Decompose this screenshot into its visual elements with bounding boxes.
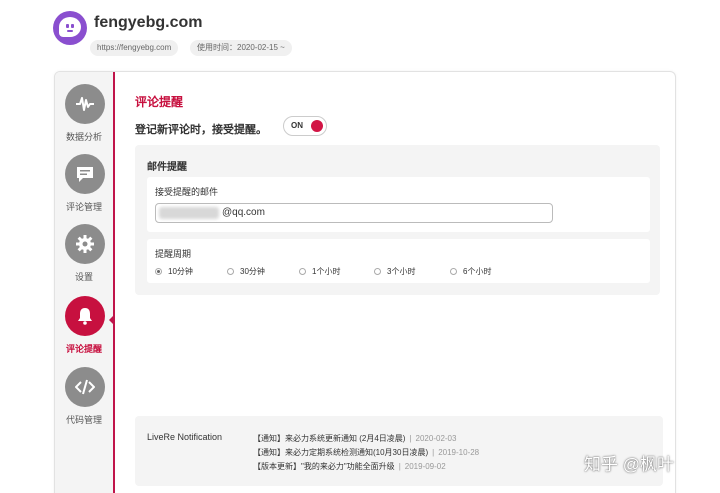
sidebar-item-settings[interactable]: 设置 bbox=[55, 224, 113, 290]
comment-icon bbox=[65, 154, 105, 194]
waveform-icon bbox=[65, 84, 105, 124]
radio-option-1h[interactable]: 1个小时 bbox=[299, 266, 340, 277]
radio-option-6h[interactable]: 6个小时 bbox=[450, 266, 491, 277]
sidebar-item-label: 评论提醒 bbox=[65, 344, 102, 354]
section-title: 评论提醒 bbox=[135, 95, 184, 109]
mail-title: 邮件提醒 bbox=[147, 162, 187, 173]
email-section: 接受提醒的邮件 @qq.com bbox=[147, 177, 650, 232]
active-pointer-icon bbox=[109, 315, 114, 325]
list-item[interactable]: 【版本更新】"我的来必力"功能全面升级 | 2019-09-02 bbox=[253, 461, 446, 472]
radio-option-3h[interactable]: 3个小时 bbox=[374, 266, 415, 277]
sidebar-item-label: 数据分析 bbox=[65, 132, 102, 142]
livere-title: LiveRe Notification bbox=[147, 432, 223, 442]
sidebar-item-comments[interactable]: 评论管理 bbox=[55, 154, 113, 220]
notify-toggle[interactable]: ON bbox=[283, 116, 327, 136]
dashboard-card: 数据分析 评论管理 设置 评论提醒 代码管理 评论提醒 登记新评论时，接受提醒。… bbox=[54, 71, 676, 493]
radio-option-30min[interactable]: 30分钟 bbox=[227, 266, 265, 277]
site-logo-icon bbox=[53, 11, 87, 45]
cycle-label: 提醒周期 bbox=[155, 249, 192, 259]
radio-option-10min[interactable]: 10分钟 bbox=[155, 266, 193, 277]
mail-settings-panel: 邮件提醒 接受提醒的邮件 @qq.com 提醒周期 10分钟 30分钟 1个小时… bbox=[135, 145, 660, 295]
watermark: 知乎 @枫叶 bbox=[584, 455, 674, 474]
cycle-section: 提醒周期 10分钟 30分钟 1个小时 3个小时 6个小时 bbox=[147, 239, 650, 283]
sidebar-item-notifications[interactable]: 评论提醒 bbox=[55, 296, 113, 362]
sidebar: 数据分析 评论管理 设置 评论提醒 代码管理 bbox=[55, 72, 113, 493]
toggle-label: ON bbox=[291, 121, 303, 130]
sidebar-item-label: 代码管理 bbox=[65, 415, 102, 425]
sidebar-item-analytics[interactable]: 数据分析 bbox=[55, 84, 113, 150]
list-item[interactable]: 【通知】来必力系统更新通知 (2月4日凌晨) | 2020-02-03 bbox=[253, 433, 456, 444]
receive-email-label: 接受提醒的邮件 bbox=[155, 187, 219, 197]
notify-label: 登记新评论时，接受提醒。 bbox=[135, 124, 267, 136]
list-item[interactable]: 【通知】来必力定期系统检测通知(10月30日凌晨) | 2019-10-28 bbox=[253, 447, 479, 458]
code-icon bbox=[65, 367, 105, 407]
sidebar-item-code[interactable]: 代码管理 bbox=[55, 367, 113, 433]
sidebar-divider bbox=[113, 72, 115, 493]
bell-icon bbox=[65, 296, 105, 336]
toggle-knob bbox=[311, 120, 323, 132]
site-title: fengyebg.com bbox=[94, 14, 203, 31]
sidebar-item-label: 评论管理 bbox=[65, 202, 102, 212]
gear-icon bbox=[65, 224, 105, 264]
site-url-pill[interactable]: https://fengyebg.com bbox=[90, 40, 179, 56]
page: fengyebg.com https://fengyebg.com 使用时间：2… bbox=[0, 0, 720, 493]
usage-period-pill: 使用时间：2020-02-15 ~ bbox=[190, 40, 292, 56]
redacted-email-prefix bbox=[159, 207, 219, 219]
sidebar-item-label: 设置 bbox=[74, 272, 93, 282]
